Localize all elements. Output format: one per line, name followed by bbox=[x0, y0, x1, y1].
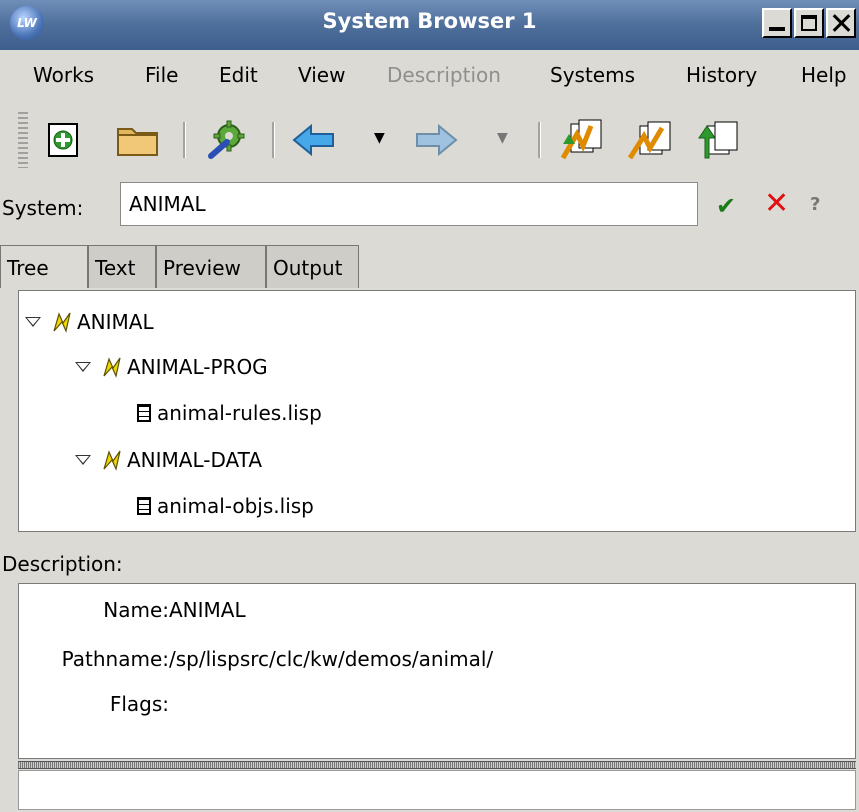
tree-node-label: ANIMAL-PROG bbox=[127, 355, 268, 379]
system-tree: ANIMAL ANIMAL-PROG animal-rules.lisp ANI… bbox=[18, 290, 856, 532]
system-lightning-icon bbox=[103, 357, 121, 378]
tab-preview[interactable]: Preview bbox=[156, 245, 266, 288]
cancel-x-icon[interactable]: ✕ bbox=[764, 188, 789, 220]
minimize-button[interactable] bbox=[762, 8, 792, 38]
accept-check-icon[interactable]: ✔ bbox=[716, 192, 736, 220]
system-lightning-icon bbox=[53, 312, 71, 333]
name-value: ANIMAL bbox=[169, 598, 246, 622]
system-browser-window: LW System Browser 1 Works File Edit View… bbox=[0, 0, 859, 812]
compile-and-load-button[interactable] bbox=[692, 116, 740, 164]
gear-wrench-icon bbox=[208, 120, 245, 159]
back-arrow-icon bbox=[292, 123, 334, 157]
back-button[interactable] bbox=[290, 116, 338, 164]
system-lightning-icon bbox=[103, 450, 121, 471]
title-bar[interactable]: LW System Browser 1 bbox=[0, 0, 859, 50]
toolbar: ▼ ▼ bbox=[0, 104, 859, 176]
toolbar-separator bbox=[272, 122, 275, 158]
toolbar-separator bbox=[183, 122, 186, 158]
open-button[interactable] bbox=[114, 116, 162, 164]
forward-button[interactable] bbox=[412, 116, 460, 164]
status-bar bbox=[18, 770, 856, 810]
compile-and-load-icon bbox=[698, 121, 738, 159]
pathname-key: Pathname: bbox=[61, 647, 169, 671]
tree-node-animal-prog[interactable]: ANIMAL-PROG bbox=[75, 352, 268, 382]
file-icon bbox=[137, 497, 151, 515]
system-input[interactable] bbox=[120, 182, 698, 226]
tree-node-animal-rules-file[interactable]: animal-rules.lisp bbox=[137, 398, 322, 428]
tree-node-label: animal-rules.lisp bbox=[157, 401, 322, 425]
tree-node-animal-data[interactable]: ANIMAL-DATA bbox=[75, 445, 262, 475]
load-system-button[interactable] bbox=[625, 116, 673, 164]
name-key: Name: bbox=[103, 598, 169, 622]
window-title: System Browser 1 bbox=[322, 9, 537, 33]
toolbar-grip[interactable] bbox=[18, 112, 28, 168]
system-row: System: ✔ ✕ ? bbox=[0, 180, 859, 234]
description-label: Description: bbox=[2, 552, 123, 576]
load-system-icon bbox=[627, 121, 671, 160]
menu-works[interactable]: Works bbox=[33, 63, 94, 87]
menu-description[interactable]: Description bbox=[387, 63, 501, 87]
tab-output[interactable]: Output bbox=[266, 245, 359, 288]
tab-text[interactable]: Text bbox=[88, 245, 156, 288]
compile-system-button[interactable] bbox=[556, 116, 604, 164]
menu-systems[interactable]: Systems bbox=[550, 63, 635, 87]
menu-history[interactable]: History bbox=[686, 63, 757, 87]
flags-key: Flags: bbox=[109, 692, 169, 716]
description-pane: Name: ANIMAL Pathname: /sp/lispsrc/clc/k… bbox=[18, 583, 856, 759]
expand-triangle-icon[interactable] bbox=[75, 362, 91, 372]
forward-history-dropdown-icon[interactable]: ▼ bbox=[497, 130, 508, 146]
system-label: System: bbox=[2, 196, 84, 220]
expand-triangle-icon[interactable] bbox=[25, 317, 41, 327]
open-folder-icon bbox=[117, 128, 158, 156]
pane-splitter[interactable] bbox=[18, 761, 856, 769]
settings-button[interactable] bbox=[203, 116, 251, 164]
forward-arrow-icon bbox=[416, 123, 458, 157]
tree-node-label: animal-objs.lisp bbox=[157, 494, 314, 518]
close-button[interactable] bbox=[826, 8, 856, 38]
tree-node-label: ANIMAL bbox=[77, 310, 154, 334]
menu-file[interactable]: File bbox=[145, 63, 178, 87]
back-history-dropdown-icon[interactable]: ▼ bbox=[374, 130, 385, 146]
maximize-button[interactable] bbox=[794, 8, 824, 38]
menu-bar: Works File Edit View Description Systems… bbox=[0, 50, 859, 100]
tree-node-animal[interactable]: ANIMAL bbox=[25, 307, 154, 337]
help-question-icon[interactable]: ? bbox=[810, 194, 820, 215]
pathname-value: /sp/lispsrc/clc/kw/demos/animal/ bbox=[169, 647, 494, 671]
tree-node-label: ANIMAL-DATA bbox=[127, 448, 263, 472]
expand-triangle-icon[interactable] bbox=[75, 455, 91, 465]
tab-tree[interactable]: Tree bbox=[0, 245, 88, 288]
menu-help[interactable]: Help bbox=[801, 63, 847, 87]
compile-system-icon bbox=[560, 119, 602, 160]
toolbar-separator bbox=[538, 122, 541, 158]
file-icon bbox=[137, 404, 151, 422]
menu-edit[interactable]: Edit bbox=[219, 63, 258, 87]
new-icon bbox=[48, 123, 78, 157]
tree-node-animal-objs-file[interactable]: animal-objs.lisp bbox=[137, 491, 314, 521]
new-button[interactable] bbox=[40, 116, 88, 164]
menu-view[interactable]: View bbox=[298, 63, 345, 87]
